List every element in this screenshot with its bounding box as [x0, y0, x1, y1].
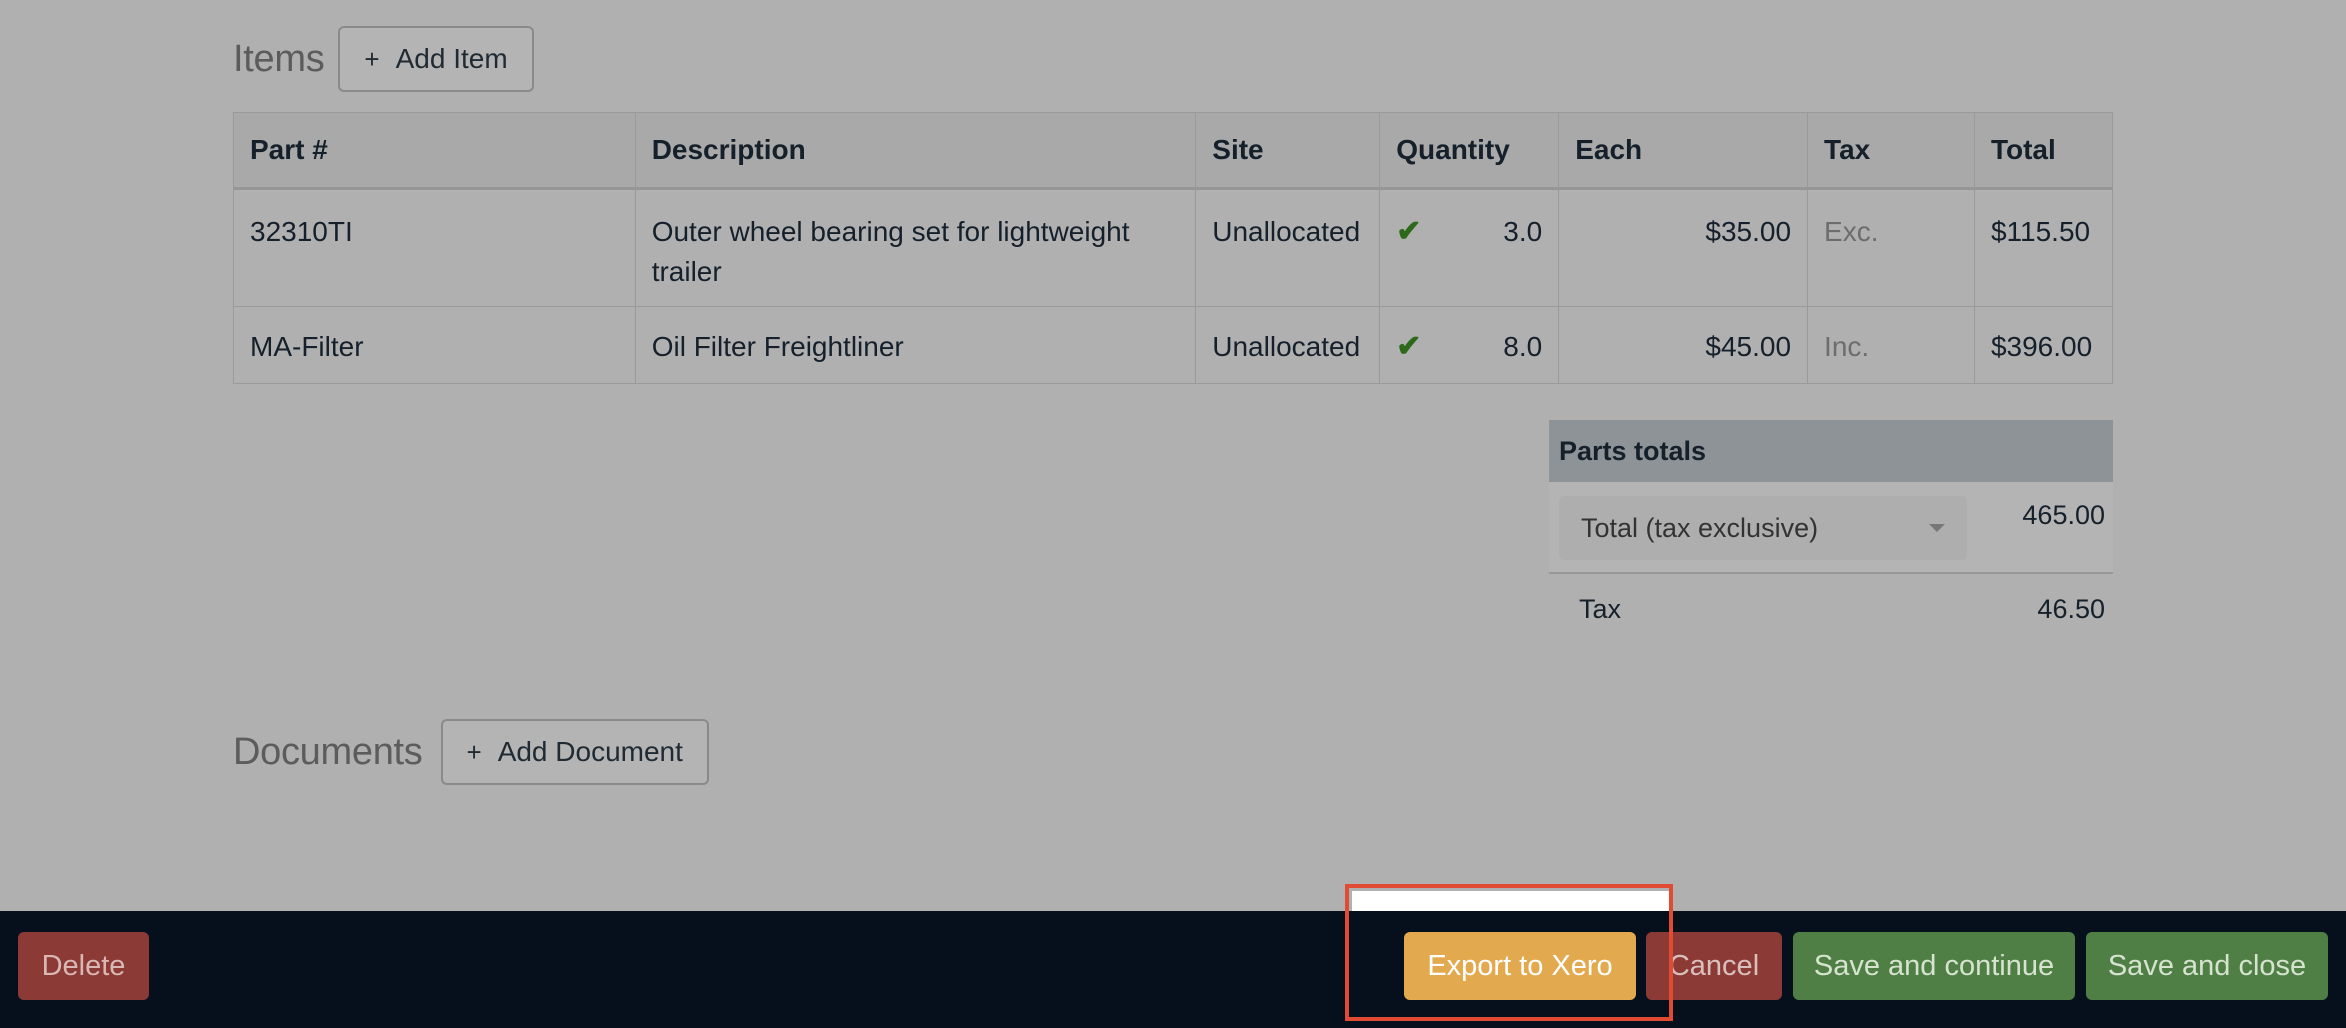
cell-tax: Inc. [1807, 306, 1975, 384]
delete-button[interactable]: Delete [18, 932, 149, 1000]
cell-quantity: ✔ 8.0 [1379, 306, 1560, 384]
check-icon: ✔ [1396, 215, 1422, 248]
save-and-close-button[interactable]: Save and close [2086, 932, 2328, 1000]
documents-title: Documents [233, 730, 423, 773]
total-value: 465.00 [2022, 500, 2105, 530]
table-row[interactable]: 32310TI Outer wheel bearing set for ligh… [233, 188, 2114, 307]
documents-section-header: Documents + Add Document [233, 719, 709, 785]
add-document-button[interactable]: + Add Document [440, 719, 709, 785]
cell-description: Oil Filter Freightliner [634, 306, 1197, 384]
totals-tax-row: Tax 46.50 [1549, 574, 2113, 634]
cell-tax: Exc. [1807, 188, 1975, 307]
add-document-label: Add Document [497, 736, 683, 767]
header-site[interactable]: Site [1195, 112, 1381, 190]
page: Items + Add Item Part # Description Site… [0, 0, 2346, 1028]
plus-icon: + [466, 736, 482, 767]
cell-part: 32310TI [233, 188, 636, 307]
table-header-row: Part # Description Site Quantity Each Ta… [233, 112, 2114, 190]
highlight-white-strip [1352, 891, 1670, 911]
cell-description: Outer wheel bearing set for lightweight … [634, 188, 1197, 307]
header-part[interactable]: Part # [233, 112, 636, 190]
items-table: Part # Description Site Quantity Each Ta… [233, 112, 2114, 384]
cancel-button[interactable]: Cancel [1646, 932, 1782, 1000]
cell-site: Unallocated [1195, 188, 1381, 307]
plus-icon: + [364, 43, 380, 74]
add-item-button[interactable]: + Add Item [338, 26, 534, 92]
cell-part: MA-Filter [233, 306, 636, 384]
parts-totals-title: Parts totals [1549, 420, 2113, 482]
total-mode-select[interactable]: Total (tax exclusive) [1559, 496, 1967, 560]
export-to-xero-button[interactable]: Export to Xero [1404, 932, 1636, 1000]
header-total[interactable]: Total [1973, 112, 2114, 190]
cell-total: $115.50 [1973, 188, 2114, 307]
header-quantity[interactable]: Quantity [1379, 112, 1560, 190]
quantity-value: 8.0 [1503, 331, 1543, 362]
total-mode-value: Total (tax exclusive) [1581, 512, 1819, 543]
items-title: Items [233, 37, 325, 80]
cell-total: $396.00 [1973, 306, 2114, 384]
cell-each: $35.00 [1558, 188, 1809, 307]
cell-each: $45.00 [1558, 306, 1809, 384]
items-section-header: Items + Add Item [233, 26, 534, 92]
check-icon: ✔ [1396, 330, 1422, 363]
header-each[interactable]: Each [1558, 112, 1809, 190]
save-and-continue-button[interactable]: Save and continue [1793, 932, 2075, 1000]
cell-site: Unallocated [1195, 306, 1381, 384]
quantity-value: 3.0 [1503, 216, 1543, 247]
totals-total-row: Total (tax exclusive) 465.00 [1549, 482, 2113, 574]
tax-value: 46.50 [2037, 594, 2105, 624]
header-tax[interactable]: Tax [1807, 112, 1975, 190]
parts-totals-panel: Parts totals Total (tax exclusive) 465.0… [1549, 420, 2113, 634]
cell-quantity: ✔ 3.0 [1379, 188, 1560, 307]
table-row[interactable]: MA-Filter Oil Filter Freightliner Unallo… [233, 306, 2114, 384]
header-description[interactable]: Description [634, 112, 1197, 190]
tax-label: Tax [1579, 594, 1622, 624]
chevron-down-icon [1929, 524, 1945, 532]
add-item-label: Add Item [395, 43, 508, 74]
